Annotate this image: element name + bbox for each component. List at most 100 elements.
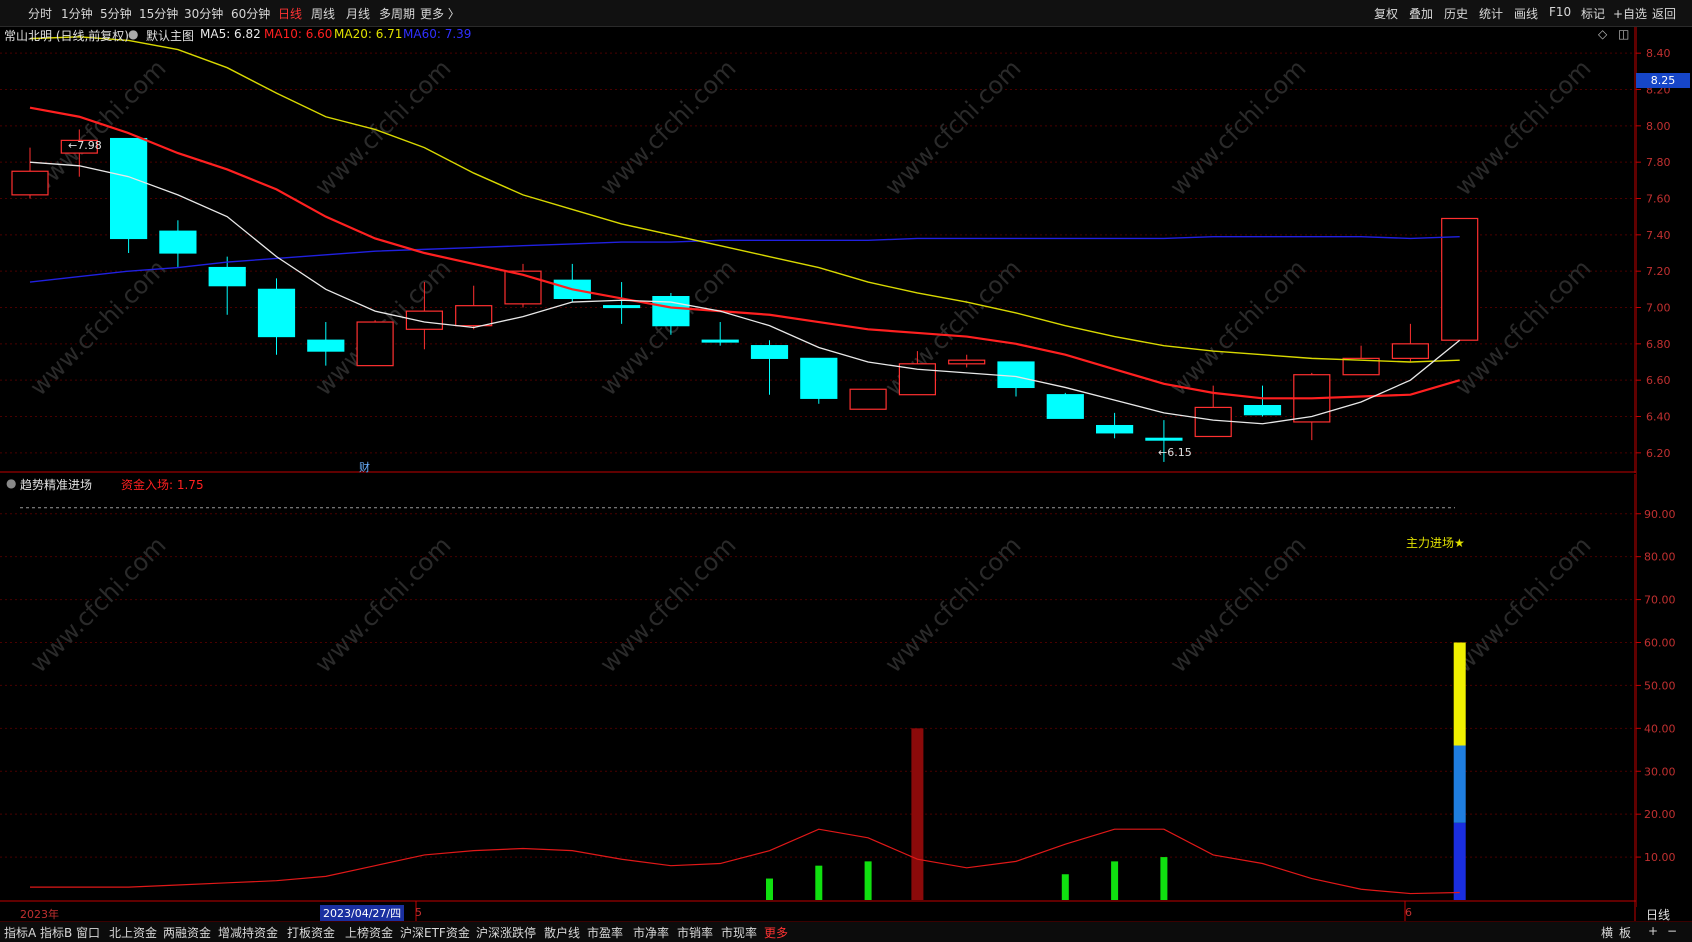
toolbar-button[interactable]: 画线 xyxy=(1514,5,1538,22)
indicator-tab[interactable]: 指标A xyxy=(4,924,36,941)
ma60-label: MA60: 7.39 xyxy=(403,27,472,41)
candle-up xyxy=(356,321,394,367)
axis-tick-label: 7.40 xyxy=(1646,229,1671,242)
price-tag: 8.25 xyxy=(1636,73,1690,88)
period-tab[interactable]: 1分钟 xyxy=(61,5,93,22)
ma5-line xyxy=(29,161,1461,425)
indicator-tab[interactable]: 打板资金 xyxy=(287,924,335,941)
bottom-control-button[interactable]: + xyxy=(1648,924,1658,938)
indicator-tab[interactable]: 指标B xyxy=(40,924,72,941)
candle-up xyxy=(849,388,887,410)
axis-tick-label: 7.80 xyxy=(1646,156,1671,169)
period-tab[interactable]: 分时 xyxy=(28,5,52,22)
axis-tick-label: 70.00 xyxy=(1644,594,1676,607)
main-indicator-name[interactable]: 默认主图 xyxy=(146,27,194,44)
bottom-control-button[interactable]: − xyxy=(1667,924,1677,938)
window-toggle-icon[interactable]: ◫ xyxy=(1618,27,1629,41)
candle-down xyxy=(1046,394,1084,419)
toolbar-button[interactable]: 统计 xyxy=(1479,5,1503,22)
candle-up xyxy=(405,310,443,330)
candle-up xyxy=(898,363,937,396)
finance-marker[interactable]: 财 xyxy=(359,459,370,475)
indicator-tab[interactable]: 市净率 xyxy=(633,924,669,941)
diamond-icon[interactable]: ◇ xyxy=(1598,27,1607,41)
indicator-tab[interactable]: 更多 xyxy=(764,924,788,941)
period-tab[interactable]: 30分钟 xyxy=(184,5,223,22)
indicator-tab[interactable]: 两融资金 xyxy=(163,924,211,941)
period-tab[interactable]: 周线 xyxy=(311,5,335,22)
period-tab[interactable]: 日线 xyxy=(278,5,302,22)
signal-bar-segment xyxy=(1453,642,1466,746)
indicator-tab[interactable]: 增减持资金 xyxy=(218,924,278,941)
collapse-icon[interactable]: ● xyxy=(6,476,16,490)
candle-down xyxy=(750,345,789,359)
candle-up xyxy=(1194,406,1232,438)
watermark: www.cfchi.com xyxy=(1164,531,1311,678)
period-tab[interactable]: 多周期 xyxy=(379,5,415,22)
indicator-tab[interactable]: 沪深涨跌停 xyxy=(476,924,536,941)
indicator-tab-bar: 指标A 指标B 窗口 北上资金 两融资金 增减持资金 打板资金 上榜资金 沪深ETF资金 沪深涨跌… xyxy=(0,921,1692,942)
indicator-tab[interactable]: 市销率 xyxy=(677,924,713,941)
axis-tick-label: 40.00 xyxy=(1644,722,1676,735)
candle-down xyxy=(159,230,197,254)
sub-chart-panel[interactable]: www.cfchi.com www.cfchi.com www.cfchi.com w… xyxy=(0,474,1636,924)
watermark: www.cfchi.com xyxy=(594,531,741,678)
toolbar-button[interactable]: 叠加 xyxy=(1409,5,1433,22)
sub-indicator-name[interactable]: 趋势精准进场 xyxy=(20,476,92,493)
toolbar-button[interactable]: 历史 xyxy=(1444,5,1468,22)
green-bar xyxy=(1111,861,1119,900)
indicator-tab[interactable]: 北上资金 xyxy=(109,924,157,941)
indicator-tab[interactable]: 市盈率 xyxy=(587,924,623,941)
indicator-tab[interactable]: 沪深ETF资金 xyxy=(400,924,470,941)
signal-bar-segment xyxy=(1453,745,1466,823)
axis-tick-label: 6.80 xyxy=(1646,338,1671,351)
toolbar-button[interactable]: 标记 xyxy=(1581,5,1605,22)
candle-down xyxy=(109,137,148,240)
period-tab[interactable]: 更多 〉 xyxy=(420,5,460,22)
axis-tick-label: 6.40 xyxy=(1646,411,1671,424)
indicator-tab[interactable]: 散户线 xyxy=(544,924,580,941)
watermark: www.cfchi.com xyxy=(309,54,456,201)
year-label: 2023年 xyxy=(20,908,59,921)
watermark: www.cfchi.com xyxy=(1164,54,1311,201)
axis-tick-label: 20.00 xyxy=(1644,808,1676,821)
candle-down xyxy=(257,288,296,338)
axis-tick-label: 7.00 xyxy=(1646,302,1671,315)
indicator-tab[interactable]: 上榜资金 xyxy=(345,924,393,941)
toolbar-button[interactable]: +自选 xyxy=(1613,5,1647,22)
axis-tick-label: 50.00 xyxy=(1644,679,1676,692)
low-annotation: ←6.15 xyxy=(1158,446,1192,459)
indicator-tab[interactable]: 窗口 xyxy=(76,924,100,941)
candle-up xyxy=(11,170,49,196)
period-tab[interactable]: 月线 xyxy=(346,5,370,22)
candle-down xyxy=(800,357,838,399)
candle-up xyxy=(948,359,986,365)
indicator-tab[interactable]: 市现率 xyxy=(721,924,757,941)
axis-tick-label: 7.20 xyxy=(1646,265,1671,278)
bottom-control-button[interactable]: 横 xyxy=(1601,924,1613,941)
watermark: www.cfchi.com xyxy=(594,254,741,401)
toolbar-button[interactable]: 复权 xyxy=(1374,5,1398,22)
candle-up xyxy=(1391,343,1430,359)
green-bar xyxy=(1061,874,1069,900)
chevron-down-icon[interactable]: ● xyxy=(128,27,138,41)
toolbar-button[interactable]: F10 xyxy=(1549,5,1571,19)
period-tab[interactable]: 15分钟 xyxy=(139,5,178,22)
candle-down xyxy=(997,361,1035,389)
period-tab[interactable]: 60分钟 xyxy=(231,5,270,22)
candle-down xyxy=(208,266,246,287)
ma10-label: MA10: 6.60 xyxy=(264,27,333,41)
high-annotation: ←7.98 xyxy=(68,139,102,152)
watermark: www.cfchi.com xyxy=(879,531,1026,678)
darkred-bar xyxy=(911,728,924,900)
period-toolbar: 分时 1分钟 5分钟 15分钟 30分钟 60分钟 日线 周线 月线 多周期 更多 〉 复权 叠加 历史… xyxy=(0,0,1692,27)
ma10-line xyxy=(29,106,1461,400)
axis-tick-label: 8.00 xyxy=(1646,120,1671,133)
toolbar-button[interactable]: 返回 xyxy=(1652,5,1676,22)
bottom-control-button[interactable]: 板 xyxy=(1619,924,1631,941)
main-chart-panel[interactable]: www.cfchi.com www.cfchi.com www.cfchi.com w… xyxy=(0,27,1636,473)
candle-down xyxy=(1095,424,1134,434)
period-tab[interactable]: 5分钟 xyxy=(100,5,132,22)
axis-tick-label: 8.40 xyxy=(1646,47,1671,60)
axis-tick-label: 30.00 xyxy=(1644,765,1676,778)
